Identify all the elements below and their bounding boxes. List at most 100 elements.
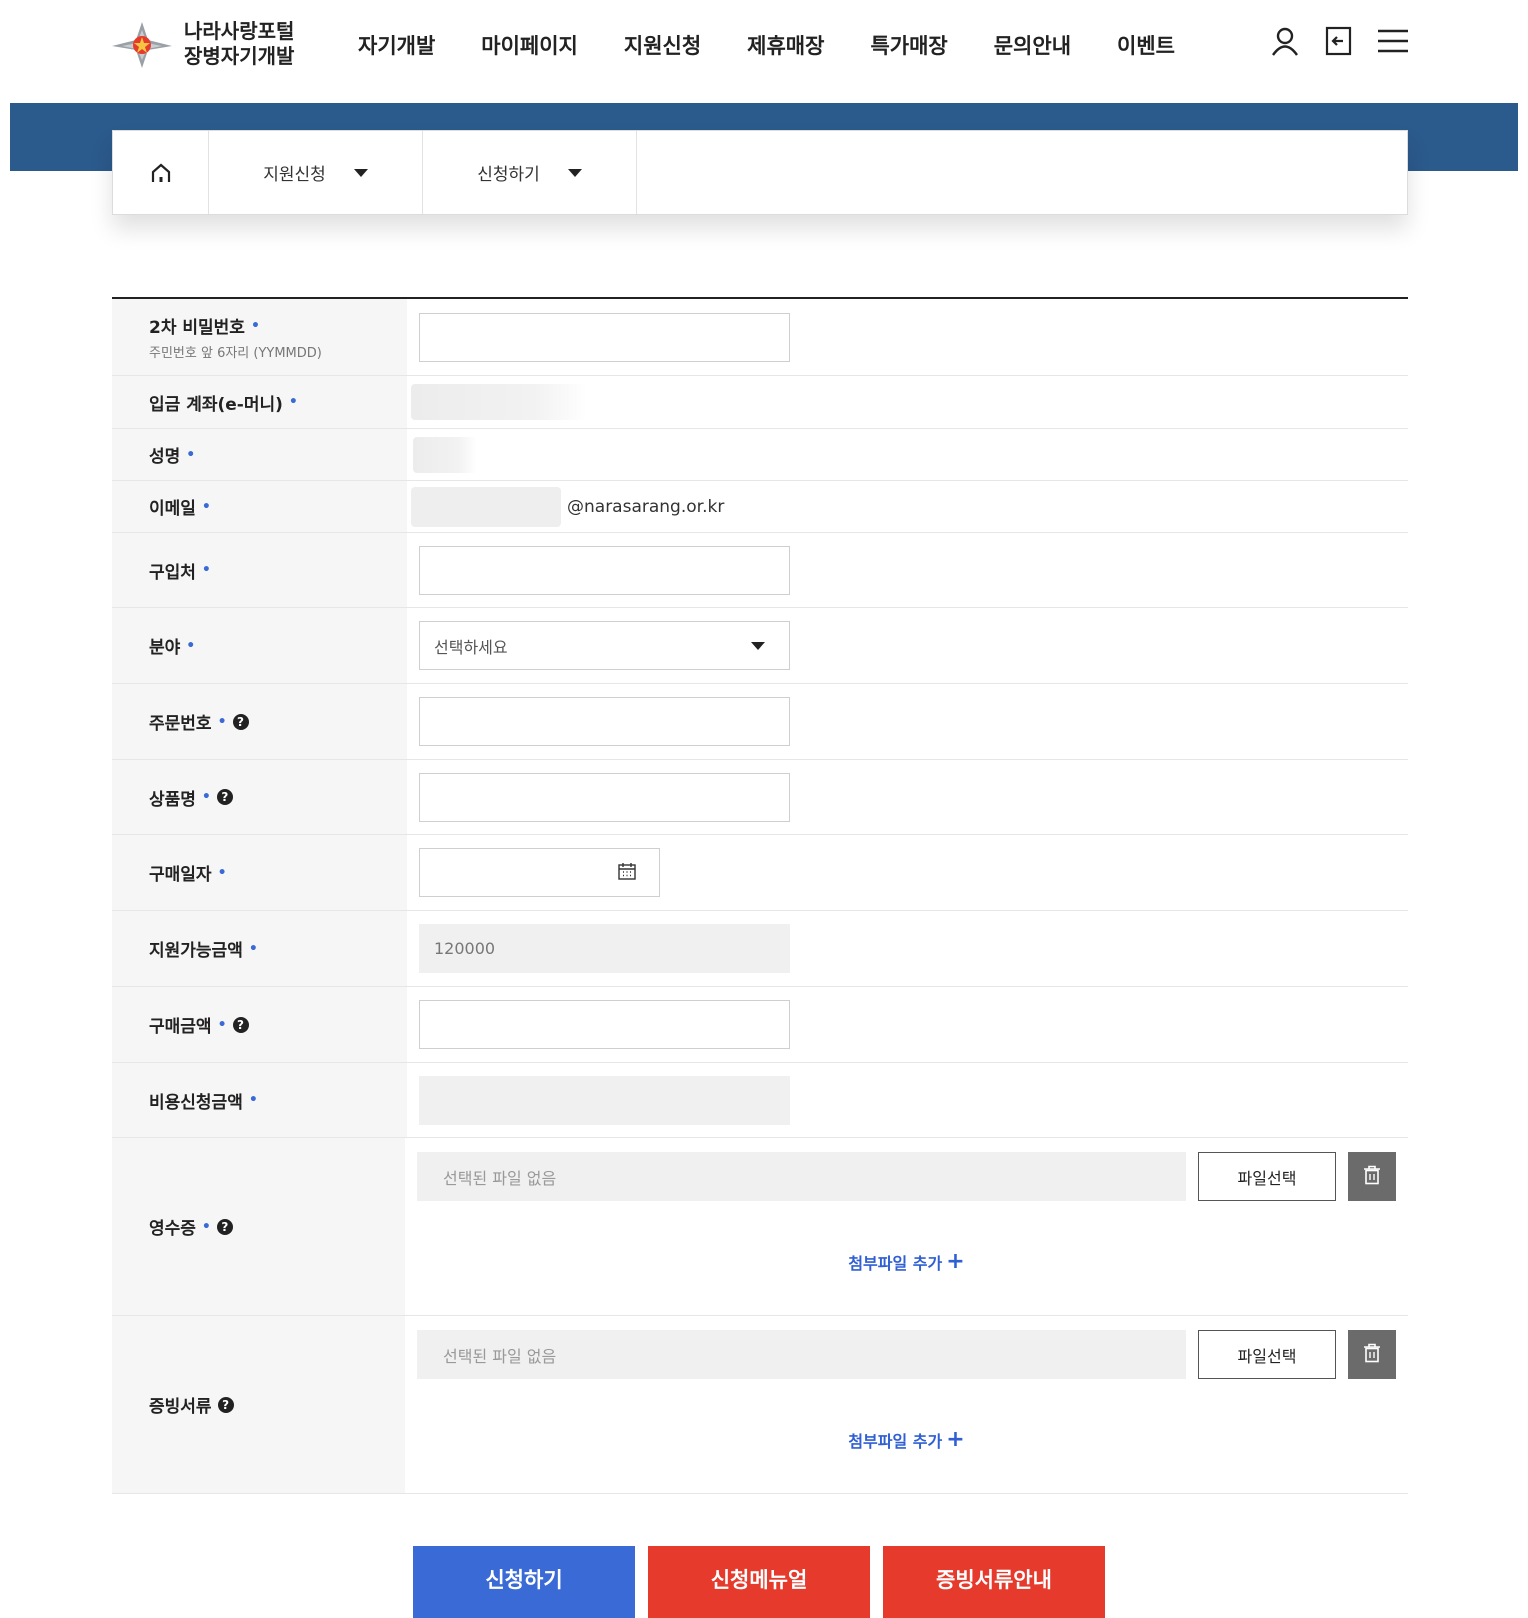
form-row-claim-amount: 비용신청금액 • [112, 1063, 1408, 1138]
chevron-down-icon [353, 168, 368, 177]
chevron-down-icon [567, 168, 582, 177]
required-mark: • [217, 713, 227, 730]
evidence-file-name: 선택된 파일 없음 [417, 1330, 1186, 1379]
category-selected-value: 선택하세요 [434, 637, 508, 657]
nav-item-event[interactable]: 이벤트 [1117, 30, 1175, 60]
nav-item-inquiry[interactable]: 문의안내 [994, 30, 1071, 60]
add-file-label: 첨부파일 추가 [848, 1253, 943, 1273]
receipt-file-name: 선택된 파일 없음 [417, 1152, 1186, 1201]
receipt-delete-button[interactable] [1348, 1152, 1396, 1201]
nav-item-special-stores[interactable]: 특가매장 [870, 30, 947, 60]
email-domain: @narasarang.or.kr [567, 496, 725, 517]
form-row-password: 2차 비밀번호 • 주민번호 앞 6자리 (YYMMDD) [112, 299, 1408, 376]
apply-button[interactable]: 신청하기 [413, 1546, 635, 1618]
breadcrumb-level2-dropdown[interactable]: 신청하기 [423, 131, 637, 214]
name-label: 성명 [149, 447, 181, 467]
trash-icon [1363, 1343, 1381, 1367]
required-mark: • [201, 498, 211, 515]
order-no-input[interactable] [419, 697, 790, 746]
help-icon[interactable]: ? [232, 713, 249, 730]
help-icon[interactable]: ? [216, 789, 233, 805]
field-label: 영수증 •? [112, 1138, 405, 1315]
form-row-receipt: 영수증 •? 선택된 파일 없음 파일선택 첨부파일 추가 + [112, 1138, 1408, 1316]
home-icon[interactable] [113, 131, 209, 214]
help-icon[interactable]: ? [232, 1016, 249, 1033]
evidence-guide-button[interactable]: 증빙서류안내 [883, 1546, 1105, 1618]
required-mark: • [248, 1092, 258, 1108]
account-label: 입금 계좌(e-머니) [149, 394, 283, 415]
product-label: 상품명 [149, 789, 196, 810]
required-mark: • [201, 1218, 211, 1235]
chevron-down-icon [751, 641, 765, 650]
breadcrumb-level1-dropdown[interactable]: 지원신청 [209, 131, 423, 214]
store-input[interactable] [419, 545, 790, 595]
trash-icon [1363, 1165, 1381, 1189]
help-icon[interactable]: ? [216, 1218, 233, 1235]
purchase-date-input[interactable] [419, 848, 660, 897]
help-icon[interactable]: ? [217, 1396, 234, 1413]
available-amount-field [419, 924, 790, 973]
site-header: 나라사랑포털 장병자기개발 자기개발 마이페이지 지원신청 제휴매장 특가매장 … [0, 0, 1528, 103]
brand-line-1: 나라사랑포털 [184, 19, 295, 43]
brand-title: 나라사랑포털 장병자기개발 [184, 19, 294, 69]
required-mark: • [217, 864, 227, 881]
main-nav: 자기개발 마이페이지 지원신청 제휴매장 특가매장 문의안내 이벤트 [358, 30, 1221, 60]
manual-button[interactable]: 신청메뉴얼 [648, 1546, 870, 1618]
purchase-amount-label: 구매금액 [149, 1017, 212, 1037]
receipt-add-file-link[interactable]: 첨부파일 추가 + [848, 1249, 964, 1274]
form-row-order-no: 주문번호 •? [112, 684, 1408, 760]
field-label: 구매금액 •? [112, 987, 407, 1062]
account-value-masked [411, 384, 587, 420]
nav-item-self-development[interactable]: 자기개발 [358, 30, 435, 60]
add-file-label: 첨부파일 추가 [848, 1431, 943, 1451]
field-label: 비용신청금액 • [112, 1063, 407, 1137]
evidence-file-select-button[interactable]: 파일선택 [1198, 1330, 1336, 1379]
field-label: 분야 • [112, 608, 407, 683]
form-row-store: 구입처 • [112, 533, 1408, 608]
plus-icon: + [946, 1249, 965, 1274]
required-mark: • [186, 446, 196, 463]
user-icon[interactable] [1268, 24, 1302, 58]
field-label: 상품명 •? [112, 760, 407, 834]
brand-line-2: 장병자기개발 [184, 44, 295, 68]
email-id-masked [411, 486, 561, 527]
product-input[interactable] [419, 772, 790, 822]
field-label: 2차 비밀번호 • 주민번호 앞 6자리 (YYMMDD) [112, 299, 407, 375]
available-amount-label: 지원가능금액 [149, 941, 243, 961]
form-row-name: 성명 • [112, 429, 1408, 481]
field-label: 증빙서류? [112, 1316, 405, 1493]
breadcrumb: 지원신청 신청하기 [112, 130, 1408, 215]
evidence-add-file-link[interactable]: 첨부파일 추가 + [848, 1427, 964, 1452]
receipt-file-select-button[interactable]: 파일선택 [1198, 1152, 1336, 1201]
category-select[interactable]: 선택하세요 [419, 621, 790, 670]
name-value-masked [413, 436, 477, 473]
field-label: 성명 • [112, 429, 407, 480]
claim-amount-field [419, 1075, 790, 1125]
required-mark: • [248, 940, 258, 957]
nav-item-partner-stores[interactable]: 제휴매장 [747, 30, 824, 60]
password-input[interactable] [419, 312, 790, 362]
nav-item-mypage[interactable]: 마이페이지 [481, 30, 578, 60]
form-row-category: 분야 • 선택하세요 [112, 608, 1408, 684]
order-no-label: 주문번호 [149, 714, 212, 734]
password-label: 2차 비밀번호 [149, 318, 245, 338]
store-label: 구입처 [149, 562, 196, 583]
breadcrumb-level2-label: 신청하기 [477, 165, 540, 185]
form-row-product: 상품명 •? [112, 760, 1408, 835]
required-mark: • [201, 789, 211, 805]
purchase-amount-input[interactable] [419, 1000, 790, 1049]
site-logo[interactable]: 나라사랑포털 장병자기개발 [110, 16, 294, 72]
field-label: 이메일 • [112, 481, 407, 532]
evidence-delete-button[interactable] [1348, 1330, 1396, 1379]
application-form: 2차 비밀번호 • 주민번호 앞 6자리 (YYMMDD) 입금 계좌(e-머니)… [112, 297, 1408, 1494]
calendar-icon[interactable] [617, 861, 637, 885]
receipt-label: 영수증 [149, 1219, 196, 1239]
required-mark: • [288, 394, 298, 410]
form-row-email: 이메일 • @narasarang.or.kr [112, 481, 1408, 533]
plus-icon: + [946, 1427, 965, 1452]
nav-item-support-apply[interactable]: 지원신청 [624, 30, 701, 60]
logout-icon[interactable] [1322, 24, 1356, 58]
menu-icon[interactable] [1376, 24, 1410, 58]
field-label: 주문번호 •? [112, 684, 407, 759]
required-mark: • [250, 317, 260, 334]
